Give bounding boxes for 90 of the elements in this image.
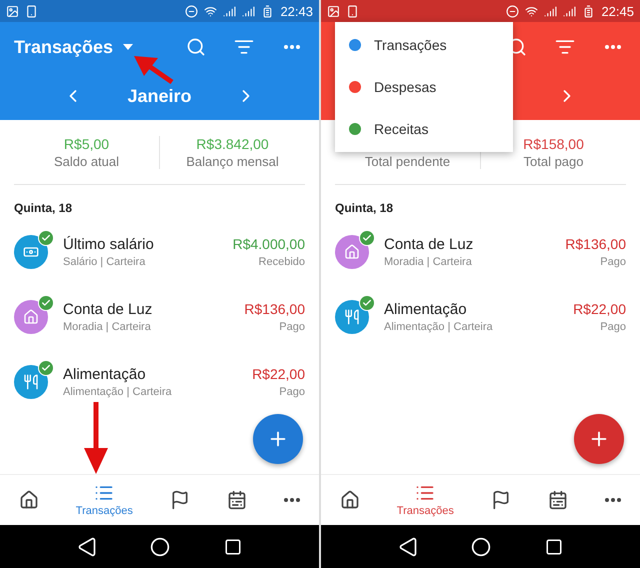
app-title: Transações: [14, 36, 114, 58]
square-icon: [545, 538, 564, 556]
signal-icon: [223, 4, 236, 18]
home-icon: [18, 490, 39, 510]
more-icon: [605, 45, 621, 49]
transaction-amount: R$4.000,00: [232, 236, 305, 252]
wifi-icon: [204, 4, 218, 18]
search-icon: [186, 37, 206, 57]
status-time: 22:45: [601, 4, 634, 18]
status-time: 22:43: [280, 4, 313, 18]
summary-value: R$5,00: [64, 136, 110, 152]
home-button[interactable]: [150, 536, 170, 556]
triangle-icon: [76, 536, 97, 556]
transaction-amount: R$136,00: [565, 236, 626, 252]
summary-label: Balanço mensal: [186, 154, 279, 168]
transaction-subtitle: Alimentação | Carteira: [384, 320, 494, 332]
transaction-amount: R$22,00: [252, 366, 305, 382]
check-badge-icon: [359, 294, 375, 310]
signal-icon: [544, 4, 558, 18]
check-badge-icon: [359, 230, 375, 246]
menu-item[interactable]: Transações: [335, 24, 513, 66]
check-badge-icon: [38, 230, 54, 246]
image-icon: [327, 4, 340, 18]
menu-item-label: Despesas: [374, 79, 436, 95]
transaction-subtitle: Alimentação | Carteira: [63, 386, 173, 398]
circle-icon: [471, 536, 492, 556]
calendar-icon: [227, 490, 248, 510]
back-button[interactable]: [398, 536, 418, 556]
home-button[interactable]: [471, 536, 492, 556]
do-not-disturb-icon: [506, 4, 520, 18]
add-button[interactable]: [574, 414, 624, 464]
day-heading: Quinta, 18: [14, 201, 74, 215]
circle-icon: [150, 536, 170, 556]
month-label: Janeiro: [127, 86, 192, 106]
summary-value: R$3.842,00: [196, 136, 269, 152]
fork-knife-icon: [23, 374, 39, 390]
transaction-status: Recebido: [258, 256, 305, 268]
more-icon: [284, 45, 300, 49]
menu-item-label: Transações: [374, 37, 447, 53]
signal-icon: [563, 4, 576, 18]
check-badge-icon: [38, 360, 54, 376]
transaction-amount: R$22,00: [573, 300, 626, 316]
battery-icon: [582, 4, 596, 18]
home-icon: [340, 490, 360, 510]
transaction-amount: R$136,00: [244, 300, 305, 316]
transaction-title: Último salário: [63, 236, 155, 252]
summary-label: Saldo atual: [54, 154, 120, 168]
summary-label: Total pago: [524, 154, 584, 168]
phone-icon: [346, 4, 359, 18]
wifi-icon: [525, 4, 538, 18]
image-icon: [6, 4, 19, 18]
summary-value: R$158,00: [523, 136, 584, 152]
check-badge-icon: [38, 294, 54, 310]
fork-knife-icon: [344, 308, 360, 324]
transaction-status: Pago: [279, 320, 305, 332]
calendar-icon: [548, 490, 568, 510]
battery-icon: [261, 4, 274, 18]
more-icon: [284, 498, 300, 502]
recents-button[interactable]: [224, 538, 242, 556]
flag-icon: [491, 490, 512, 510]
recents-button[interactable]: [545, 538, 564, 556]
more-icon: [605, 498, 622, 502]
triangle-icon: [398, 536, 418, 556]
transaction-status: Pago: [600, 320, 626, 332]
phone-icon: [25, 4, 38, 18]
day-heading: Quinta, 18: [335, 201, 394, 215]
transaction-subtitle: Moradia | Carteira: [63, 320, 152, 332]
nav-tab[interactable]: Transações: [392, 483, 458, 517]
house-icon: [344, 244, 360, 260]
transaction-title: Alimentação: [63, 366, 147, 382]
back-button[interactable]: [76, 536, 97, 556]
add-button[interactable]: [253, 414, 303, 464]
signal-icon: [242, 4, 256, 18]
nav-tab[interactable]: Transações: [72, 483, 137, 517]
menu-item[interactable]: Despesas: [335, 66, 513, 108]
square-icon: [224, 538, 242, 556]
transaction-title: Conta de Luz: [63, 300, 154, 318]
transaction-title: Alimentação: [384, 300, 468, 318]
dropdown-caret-icon[interactable]: [123, 44, 134, 50]
transaction-title: Conta de Luz: [384, 236, 474, 252]
summary-label: Total pendente: [364, 154, 450, 168]
do-not-disturb-icon: [185, 4, 198, 18]
transaction-subtitle: Moradia | Carteira: [384, 256, 473, 268]
transaction-subtitle: Salário | Carteira: [63, 256, 146, 268]
flag-icon: [170, 490, 190, 510]
menu-item-label: Receitas: [374, 121, 428, 137]
house-icon: [23, 308, 39, 324]
transaction-status: Pago: [279, 386, 305, 398]
menu-item[interactable]: Receitas: [335, 108, 513, 150]
transaction-status: Pago: [600, 256, 626, 268]
